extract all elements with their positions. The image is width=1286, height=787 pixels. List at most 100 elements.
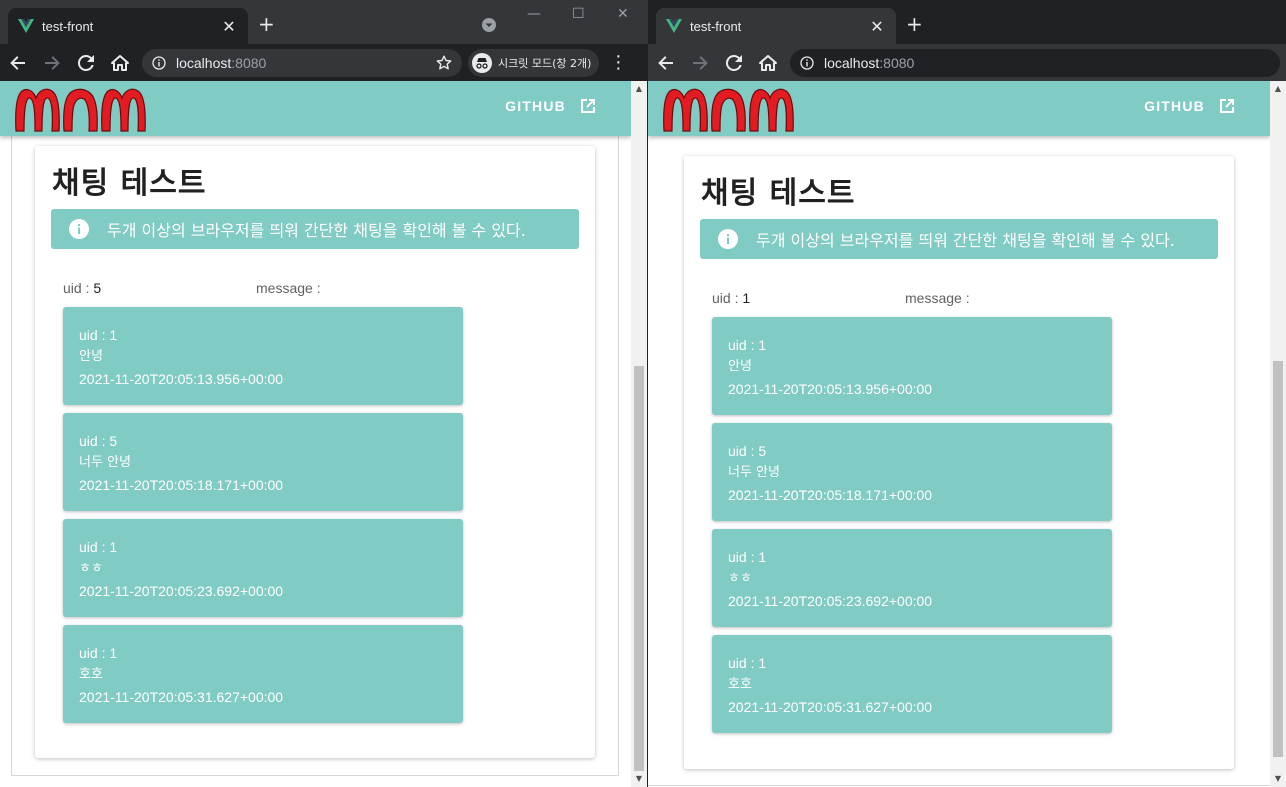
incognito-badge[interactable]: 시크릿 모드(창 2개): [468, 48, 600, 77]
app-bar: GITHUB: [0, 81, 631, 136]
scroll-down-icon[interactable]: ▼: [1273, 774, 1283, 784]
message-uid: uid : 1: [79, 645, 118, 661]
message-card: uid : 1 호호 2021-11-20T20:05:31.627+00:00: [712, 635, 1112, 733]
message-card: uid : 1 ㅎㅎ 2021-11-20T20:05:23.692+00:00: [712, 529, 1112, 627]
scrollbar-thumb[interactable]: [634, 366, 644, 771]
alert-text: 두개 이상의 브라우저를 띄워 간단한 채팅을 확인해 볼 수 있다.: [107, 221, 526, 240]
message-time: 2021-11-20T20:05:18.171+00:00: [728, 487, 933, 503]
info-alert: 두개 이상의 브라우저를 띄워 간단한 채팅을 확인해 볼 수 있다.: [700, 219, 1218, 259]
url-host: localhost: [824, 54, 880, 71]
mnm-logo[interactable]: [14, 84, 166, 134]
uid-field[interactable]: uid : 1: [712, 290, 750, 306]
vue-logo-icon: [666, 19, 682, 33]
message-text: 너두 안녕: [728, 465, 780, 480]
message-label: message :: [905, 290, 970, 306]
close-icon[interactable]: ✕: [220, 17, 238, 36]
window-close-icon[interactable]: ✕: [617, 6, 629, 22]
back-arrow-icon[interactable]: [650, 47, 682, 79]
browser-toolbar: localhost:8080 시크릿 모드(창 2개) ⋮: [0, 44, 648, 81]
mnm-logo[interactable]: [662, 84, 814, 134]
scroll-down-icon[interactable]: ▼: [634, 774, 644, 784]
message-card: uid : 1 안녕 2021-11-20T20:05:13.956+00:00: [63, 307, 463, 405]
uid-label: uid :: [63, 280, 94, 296]
tab-search-icon[interactable]: [481, 17, 497, 33]
incognito-icon: [472, 52, 492, 73]
scrollbar[interactable]: ▲ ▼: [631, 81, 647, 787]
star-icon[interactable]: [436, 55, 452, 71]
message-card: uid : 1 호호 2021-11-20T20:05:31.627+00:00: [63, 625, 463, 723]
info-circle-icon: [718, 229, 738, 249]
reload-icon[interactable]: [70, 47, 102, 79]
chat-card: 채팅 테스트 두개 이상의 브라우저를 띄워 간단한 채팅을 확인해 볼 수 있…: [684, 156, 1234, 769]
message-time: 2021-11-20T20:05:13.956+00:00: [79, 371, 284, 387]
more-vert-icon[interactable]: ⋮: [609, 53, 627, 72]
browser-toolbar: localhost:8080: [648, 44, 1286, 81]
alert-text: 두개 이상의 브라우저를 띄워 간단한 채팅을 확인해 볼 수 있다.: [756, 231, 1175, 250]
browser-tab[interactable]: test-front ✕: [8, 8, 248, 44]
vue-logo-icon: [18, 19, 34, 33]
tab-strip: test-front ✕ +: [648, 0, 1286, 44]
uid-label: uid :: [712, 290, 743, 306]
forward-arrow-icon[interactable]: [684, 47, 716, 79]
reload-icon[interactable]: [718, 47, 750, 79]
message-card: uid : 1 안녕 2021-11-20T20:05:13.956+00:00: [712, 317, 1112, 415]
home-icon[interactable]: [752, 47, 784, 79]
message-time: 2021-11-20T20:05:31.627+00:00: [79, 689, 284, 705]
message-time: 2021-11-20T20:05:23.692+00:00: [728, 593, 933, 609]
message-field[interactable]: message :: [905, 290, 970, 306]
scrollbar[interactable]: ▲ ▼: [1270, 81, 1286, 787]
maximize-icon[interactable]: ☐: [572, 6, 585, 22]
message-uid: uid : 1: [728, 655, 767, 671]
message-time: 2021-11-20T20:05:31.627+00:00: [728, 699, 933, 715]
message-text: 호호: [728, 677, 752, 692]
scrollbar-thumb[interactable]: [1273, 361, 1283, 757]
message-uid: uid : 1: [79, 539, 118, 555]
address-bar[interactable]: localhost:8080: [790, 48, 1280, 77]
uid-value: 1: [742, 290, 751, 306]
message-uid: uid : 1: [79, 327, 118, 343]
tab-title: test-front: [690, 18, 742, 34]
message-uid: uid : 1: [728, 337, 767, 353]
message-text: 호호: [79, 667, 103, 682]
home-icon[interactable]: [104, 47, 136, 79]
github-label: GITHUB: [1144, 98, 1205, 114]
minimize-icon[interactable]: —: [527, 6, 541, 22]
github-link[interactable]: GITHUB: [505, 96, 598, 116]
github-link[interactable]: GITHUB: [1144, 96, 1237, 116]
browser-tab[interactable]: test-front ✕: [656, 8, 896, 44]
scroll-up-icon[interactable]: ▲: [634, 84, 644, 94]
browser-window-left: test-front ✕ + — ☐ ✕ localhost:8080 시크릿 …: [0, 0, 648, 787]
message-card: uid : 5 너두 안녕 2021-11-20T20:05:18.171+00…: [63, 413, 463, 511]
message-card: uid : 5 너두 안녕 2021-11-20T20:05:18.171+00…: [712, 423, 1112, 521]
url-port: :8080: [879, 54, 915, 71]
scroll-up-icon[interactable]: ▲: [1273, 84, 1283, 94]
url-host: localhost: [176, 54, 232, 71]
message-text: ㅎㅎ: [79, 561, 103, 576]
open-in-new-icon: [581, 99, 595, 113]
forward-arrow-icon[interactable]: [36, 47, 68, 79]
uid-value: 5: [93, 280, 102, 296]
message-uid: uid : 1: [728, 549, 767, 565]
chat-card: 채팅 테스트 두개 이상의 브라우저를 띄워 간단한 채팅을 확인해 볼 수 있…: [35, 146, 595, 758]
url-port: :8080: [231, 54, 267, 71]
back-arrow-icon[interactable]: [2, 47, 34, 79]
tab-title: test-front: [42, 18, 94, 34]
message-card: uid : 1 ㅎㅎ 2021-11-20T20:05:23.692+00:00: [63, 519, 463, 617]
plus-icon[interactable]: +: [258, 14, 275, 34]
info-alert: 두개 이상의 브라우저를 띄워 간단한 채팅을 확인해 볼 수 있다.: [51, 209, 579, 249]
message-label: message :: [256, 280, 321, 296]
close-icon[interactable]: ✕: [868, 17, 886, 36]
info-circle-icon: [69, 219, 89, 239]
open-in-new-icon: [1220, 99, 1234, 113]
app-bar: GITHUB: [648, 81, 1270, 136]
message-field[interactable]: message :: [256, 280, 321, 296]
uid-field[interactable]: uid : 5: [63, 280, 101, 296]
plus-icon[interactable]: +: [906, 14, 923, 34]
incognito-label: 시크릿 모드(창 2개): [498, 56, 592, 70]
info-icon[interactable]: [152, 55, 166, 70]
message-text: 너두 안녕: [79, 455, 131, 470]
message-time: 2021-11-20T20:05:18.171+00:00: [79, 477, 284, 493]
info-icon[interactable]: [800, 55, 814, 70]
address-bar[interactable]: localhost:8080: [142, 48, 462, 77]
message-time: 2021-11-20T20:05:13.956+00:00: [728, 381, 933, 397]
